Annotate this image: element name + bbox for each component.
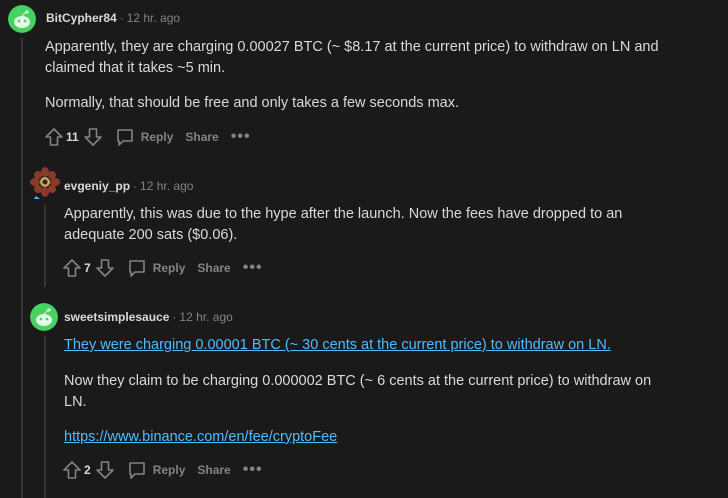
- comment-bubble-icon: [128, 260, 145, 277]
- thread-line[interactable]: [44, 336, 46, 498]
- comment-paragraph: Now they claim to be charging 0.000002 B…: [64, 373, 652, 410]
- vote-score: 7: [84, 261, 91, 275]
- upvote-icon: [45, 128, 63, 146]
- timestamp[interactable]: 12 hr. ago: [179, 310, 232, 324]
- comment-body: Apparently, they are charging 0.00027 BT…: [45, 37, 705, 114]
- separator-dot: ·: [133, 179, 138, 193]
- comment-meta: BitCypher84 · 12 hr. ago: [46, 11, 180, 25]
- share-button[interactable]: Share: [197, 261, 230, 275]
- thread-line[interactable]: [44, 205, 46, 287]
- share-button[interactable]: Share: [185, 130, 218, 144]
- reply-button[interactable]: Reply: [127, 258, 186, 278]
- downvote-button[interactable]: [83, 127, 103, 147]
- separator-dot: ·: [119, 11, 124, 25]
- more-options-button[interactable]: •••: [243, 260, 263, 276]
- share-label: Share: [197, 463, 231, 477]
- more-options-button[interactable]: •••: [243, 462, 263, 478]
- author-name[interactable]: evgeniy_pp: [64, 179, 130, 193]
- comment-paragraph: https://www.binance.com/en/fee/cryptoFee: [64, 427, 674, 448]
- more-options-button[interactable]: •••: [231, 129, 251, 145]
- reply-label: Reply: [140, 130, 174, 144]
- downvote-icon: [95, 461, 114, 479]
- reply-label: Reply: [152, 261, 186, 275]
- separator-dot: ·: [172, 310, 177, 324]
- flower-avatar-icon: [30, 167, 60, 199]
- url-link[interactable]: https://www.binance.com/en/fee/cryptoFee: [64, 429, 337, 445]
- reply-button[interactable]: Reply: [127, 460, 186, 480]
- vote-score: 2: [84, 463, 91, 477]
- upvote-icon: [63, 259, 81, 277]
- author-name[interactable]: sweetsimplesauce: [64, 310, 169, 324]
- share-label: Share: [185, 130, 219, 144]
- upvote-button[interactable]: [44, 127, 64, 147]
- vote-score: 11: [66, 130, 79, 144]
- reply-label: Reply: [152, 463, 186, 477]
- downvote-icon: [95, 259, 114, 277]
- comment-actions: 2 Reply Share •••: [62, 458, 263, 482]
- avatar[interactable]: [8, 5, 36, 33]
- downvote-button[interactable]: [95, 258, 115, 278]
- comment-actions: 7 Reply Share •••: [62, 256, 263, 280]
- comment-paragraph: Apparently, they are charging 0.00027 BT…: [45, 39, 659, 76]
- share-label: Share: [197, 261, 231, 275]
- snoo-avatar-icon: [30, 303, 58, 331]
- reply-button[interactable]: Reply: [115, 127, 174, 147]
- comment-bubble-icon: [116, 129, 133, 146]
- comment-paragraph: Apparently, this was due to the hype aft…: [64, 206, 623, 243]
- author-name[interactable]: BitCypher84: [46, 11, 117, 25]
- timestamp[interactable]: 12 hr. ago: [127, 11, 180, 25]
- share-button[interactable]: Share: [197, 463, 230, 477]
- avatar[interactable]: [30, 166, 60, 200]
- comment-actions: 11 Reply Share •••: [44, 125, 251, 149]
- downvote-icon: [83, 128, 102, 146]
- comment-bubble-icon: [128, 462, 145, 479]
- quoted-link[interactable]: They were charging 0.00001 BTC (~ 30 cen…: [64, 337, 611, 353]
- thread-line[interactable]: [21, 38, 23, 498]
- timestamp[interactable]: 12 hr. ago: [140, 179, 193, 193]
- comment-body: Apparently, this was due to the hype aft…: [64, 204, 674, 246]
- comment-paragraph: They were charging 0.00001 BTC (~ 30 cen…: [64, 335, 674, 356]
- downvote-button[interactable]: [95, 460, 115, 480]
- upvote-icon: [63, 461, 81, 479]
- avatar[interactable]: [30, 303, 58, 331]
- comment-meta: evgeniy_pp · 12 hr. ago: [64, 179, 193, 193]
- upvote-button[interactable]: [62, 460, 82, 480]
- snoo-avatar-icon: [8, 5, 36, 33]
- upvote-button[interactable]: [62, 258, 82, 278]
- comment-body: They were charging 0.00001 BTC (~ 30 cen…: [64, 335, 674, 448]
- comment-thread: BitCypher84 · 12 hr. ago Apparently, they …: [0, 0, 728, 498]
- comment-paragraph: Normally, that should be free and only t…: [45, 95, 460, 111]
- comment-meta: sweetsimplesauce · 12 hr. ago: [64, 310, 233, 324]
